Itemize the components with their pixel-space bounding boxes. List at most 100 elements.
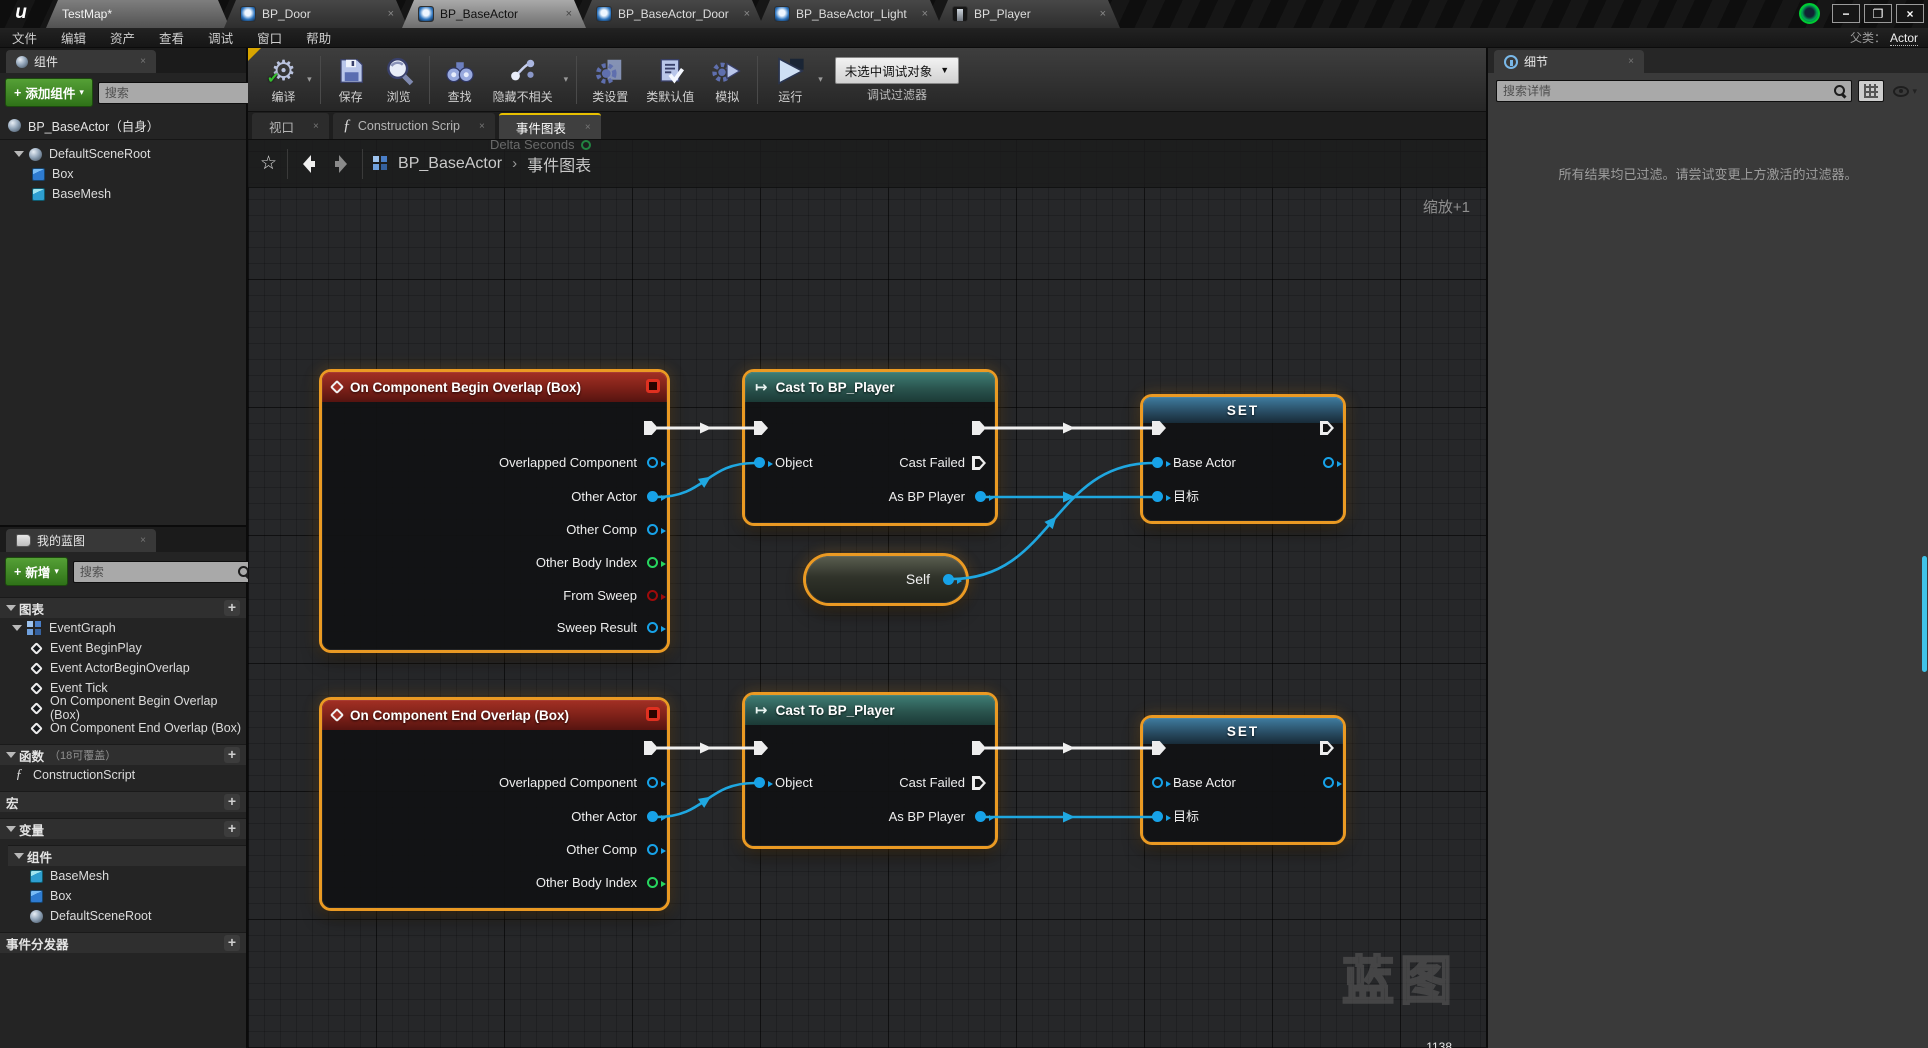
node-set1[interactable]: SET Base Actor 目标 [1143,397,1343,521]
close-icon[interactable]: × [479,121,485,132]
graph-tab--[interactable]: 视口 × [252,113,329,139]
data-pin[interactable] [1152,777,1171,788]
components-search-input[interactable] [102,84,262,101]
exec-pin[interactable] [1320,741,1334,755]
exec-pin[interactable] [644,421,658,435]
data-pin[interactable] [1323,777,1342,788]
blueprint-item-on-component-end-overlap-box-[interactable]: On Component End Overlap (Box) [0,718,246,738]
close-icon[interactable]: × [388,8,394,20]
details-search[interactable] [1496,80,1853,102]
expand-triangle-icon[interactable] [14,151,24,157]
blueprint-item-box[interactable]: Box [0,886,246,906]
close-icon[interactable]: × [922,8,928,20]
data-pin[interactable] [647,844,666,855]
toolbar-simulate-button[interactable]: 模拟 [703,53,751,107]
data-pin[interactable] [647,877,666,888]
parent-class-value[interactable]: Actor [1889,31,1918,46]
marketplace-badge-icon[interactable] [1799,3,1820,24]
blueprint-item-event-beginplay[interactable]: Event BeginPlay [0,638,246,658]
blueprint-item-on-component-begin-overlap-box-[interactable]: On Component Begin Overlap (Box) [0,694,246,722]
menu-item-查看[interactable]: 查看 [147,28,196,47]
window-tab-bp_door[interactable]: BP_Door × [224,0,408,28]
exec-pin[interactable] [1320,421,1334,435]
toolbar-find-button[interactable]: 查找 [436,53,484,107]
chevron-down-icon[interactable]: ▾ [305,74,314,85]
menu-item-窗口[interactable]: 窗口 [245,28,294,47]
data-pin[interactable] [647,457,666,468]
close-icon[interactable]: × [744,8,750,20]
window-tab-bp_player[interactable]: BP_Player × [936,0,1120,28]
property-matrix-button[interactable] [1858,80,1885,102]
close-icon[interactable]: × [140,56,146,67]
section-header-事件分发器[interactable]: 事件分发器 + [0,932,246,953]
data-pin[interactable] [1152,811,1171,822]
add-component-button[interactable]: + 添加组件 ▾ [5,78,93,107]
node-ev1[interactable]: On Component Begin Overlap (Box) Overlapp… [322,372,667,650]
menu-item-文件[interactable]: 文件 [0,28,49,47]
node-set2[interactable]: SET Base Actor 目标 [1143,718,1343,842]
section-header-宏[interactable]: 宏 + [0,791,246,812]
exec-pin[interactable] [1152,421,1166,435]
menu-item-帮助[interactable]: 帮助 [294,28,343,47]
node-self1[interactable]: Self [806,556,966,603]
debug-object-dropdown[interactable]: 未选中调试对象 ▼ [834,56,960,84]
menu-item-调试[interactable]: 调试 [196,28,245,47]
new-button[interactable]: + 新增 ▾ [5,557,68,586]
node-cast2[interactable]: ↦ Cast To BP_Player Object Cast Failed As BP… [745,695,995,846]
add-icon[interactable]: + [224,794,240,810]
data-pin[interactable] [1323,457,1342,468]
add-icon[interactable]: + [224,821,240,837]
close-icon[interactable]: × [566,8,572,20]
chevron-down-icon[interactable]: ▾ [562,74,571,85]
window-tab-bp_baseactor_light[interactable]: BP_BaseActor_Light × [758,0,942,28]
breadcrumb-root[interactable]: BP_BaseActor [398,155,502,173]
delegate-pin[interactable] [646,707,660,721]
collapse-triangle-icon[interactable] [6,752,16,758]
data-pin[interactable] [1152,457,1171,468]
data-pin[interactable] [975,491,994,502]
collapse-triangle-icon[interactable] [14,853,24,859]
toolbar-class-settings-button[interactable]: 类设置 [583,53,637,107]
section-header-组件[interactable]: 组件 [8,845,246,866]
toolbar-compile-button[interactable]: ⚙ ✔ 编译 [262,53,305,107]
components-root-row[interactable]: BP_BaseActor（自身） [0,112,246,140]
tab-components[interactable]: 组件 × [6,50,156,73]
exec-pin[interactable] [754,741,768,755]
close-icon[interactable]: × [585,122,591,133]
data-pin[interactable] [647,811,666,822]
menu-item-资产[interactable]: 资产 [98,28,147,47]
toolbar-save-button[interactable]: 保存 [327,53,375,107]
minimize-button[interactable]: − [1832,4,1860,23]
collapse-triangle-icon[interactable] [6,826,16,832]
toolbar-browse-button[interactable]: 浏览 [375,53,423,107]
blueprint-item-defaultsceneroot[interactable]: DefaultSceneRoot [0,906,246,926]
data-pin[interactable] [647,557,666,568]
data-pin[interactable] [943,574,962,585]
add-icon[interactable]: + [224,747,240,763]
blueprint-item-constructionscript[interactable]: ƒ ConstructionScript [0,765,246,785]
close-icon[interactable]: × [1100,8,1106,20]
exec-pin[interactable] [972,741,986,755]
exec-pin[interactable] [644,741,658,755]
details-scrollbar[interactable] [1922,556,1927,672]
exec-pin[interactable] [972,456,986,470]
exec-pin[interactable] [754,421,768,435]
graph-tab--[interactable]: 事件图表 × [498,113,601,139]
blueprint-item-basemesh[interactable]: BaseMesh [0,866,246,886]
exec-pin[interactable] [972,776,986,790]
back-arrow-icon[interactable] [298,153,320,175]
window-tab-bp_baseactor[interactable]: BP_BaseActor × [402,0,586,28]
blueprint-item-event-actorbeginoverlap[interactable]: Event ActorBeginOverlap [0,658,246,678]
section-header-图表[interactable]: 图表 + [0,597,246,618]
node-ev2[interactable]: On Component End Overlap (Box) Overlapped… [322,700,667,908]
details-search-input[interactable] [1501,83,1834,99]
data-pin[interactable] [975,811,994,822]
close-button[interactable]: × [1896,4,1924,23]
section-header-变量[interactable]: 变量 + [0,818,246,839]
data-pin[interactable] [1152,491,1171,502]
tab-details[interactable]: 细节 × [1494,50,1644,73]
window-tab-testmap-[interactable]: TestMap* [46,0,230,28]
expand-triangle-icon[interactable] [12,625,22,631]
graph-tab-construction-scrip[interactable]: ƒ Construction Scrip × [332,113,495,139]
menu-item-编辑[interactable]: 编辑 [49,28,98,47]
